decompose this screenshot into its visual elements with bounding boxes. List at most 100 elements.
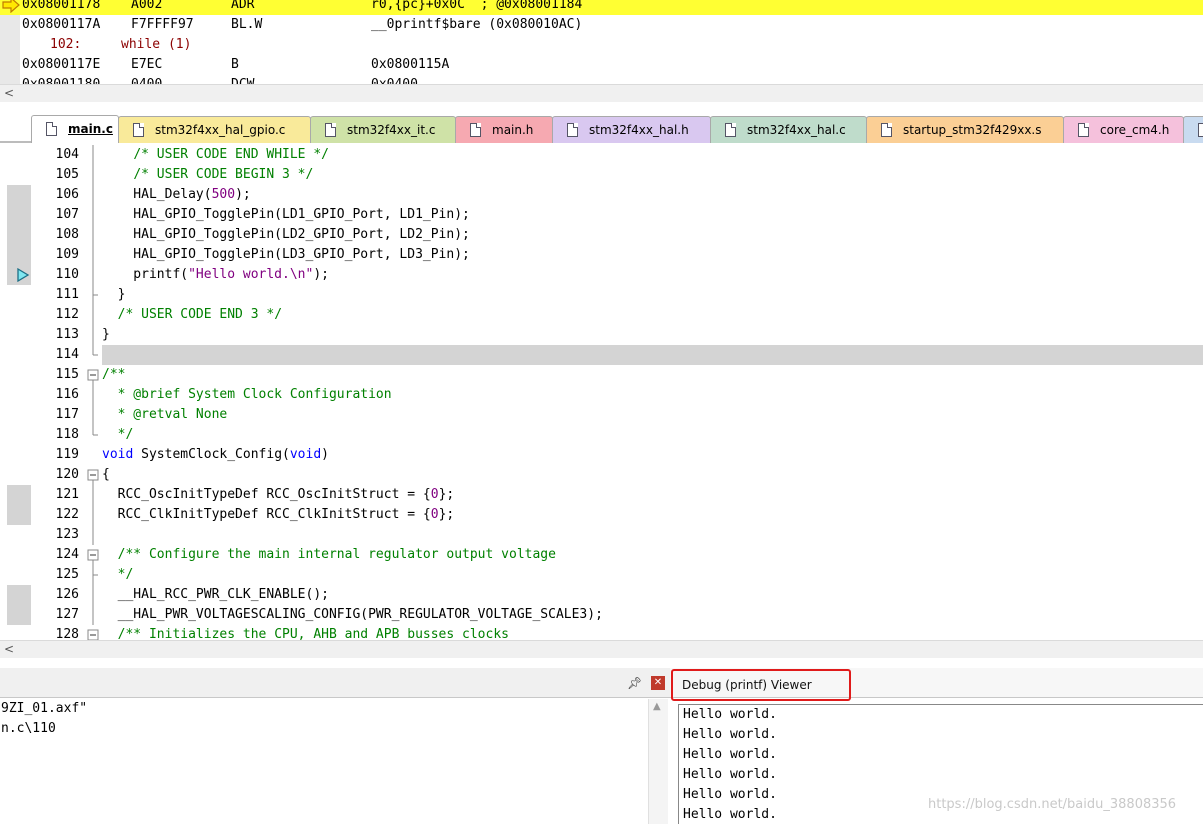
code-line[interactable]: 111 } <box>0 285 1203 305</box>
breakpoint-gutter[interactable] <box>7 605 31 625</box>
breakpoint-gutter[interactable] <box>7 565 31 585</box>
fold-marker[interactable] <box>86 465 100 485</box>
code-line[interactable]: 107 HAL_GPIO_TogglePin(LD1_GPIO_Port, LD… <box>0 205 1203 225</box>
breakpoint-gutter[interactable] <box>7 165 31 185</box>
fold-marker[interactable] <box>86 365 100 385</box>
tab-debug-printf-viewer[interactable]: Debug (printf) Viewer <box>671 669 851 701</box>
tab-label: stm32f4xx_hal.c <box>747 123 846 137</box>
code-line[interactable]: 127 __HAL_PWR_VOLTAGESCALING_CONFIG(PWR_… <box>0 605 1203 625</box>
code-line[interactable]: 124 /** Configure the main internal regu… <box>0 545 1203 565</box>
code-line[interactable]: 105 /* USER CODE BEGIN 3 */ <box>0 165 1203 185</box>
tab-stm32f4xx-hal-c[interactable]: stm32f4xx_hal.c <box>710 116 867 143</box>
code-line[interactable]: 113} <box>0 325 1203 345</box>
breakpoint-gutter[interactable] <box>7 545 31 565</box>
code-line[interactable]: 108 HAL_GPIO_TogglePin(LD2_GPIO_Port, LD… <box>0 225 1203 245</box>
chevron-left-icon[interactable]: < <box>4 86 14 100</box>
code-line[interactable]: 123 <box>0 525 1203 545</box>
line-number: 123 <box>55 527 79 542</box>
tab-stm32f4xx-it-c[interactable]: stm32f4xx_it.c <box>310 116 456 143</box>
tab-core-cm4-h[interactable]: core_cm4.h <box>1063 116 1184 143</box>
disassembly-pane[interactable]: 0x08001178 A002 ADR r0,{pc}+0x0C ; @0x08001… <box>0 0 1203 84</box>
command-vscrollbar[interactable]: ▲ <box>648 699 668 824</box>
breakpoint-gutter[interactable] <box>7 225 31 245</box>
line-number: 119 <box>55 447 79 462</box>
code-line[interactable]: 110 printf("Hello world.\n"); <box>0 265 1203 285</box>
breakpoint-gutter[interactable] <box>7 465 31 485</box>
code-line[interactable]: 126 __HAL_RCC_PWR_CLK_ENABLE(); <box>0 585 1203 605</box>
breakpoint-gutter[interactable] <box>7 325 31 345</box>
code-line[interactable]: 128 /** Initializes the CPU, AHB and APB… <box>0 625 1203 640</box>
code-line[interactable]: 114 <box>0 345 1203 365</box>
code-text: */ <box>117 567 134 582</box>
code-line[interactable]: 118 */ <box>0 425 1203 445</box>
code-text: printf("Hello world.\n"); <box>102 267 329 282</box>
breakpoint-gutter[interactable] <box>7 145 31 165</box>
code-line[interactable]: 115 /** <box>0 365 1203 385</box>
tab-overflow[interactable] <box>1183 116 1203 143</box>
disasm-line[interactable]: 0x08001178 A002 ADR r0,{pc}+0x0C ; @0x08001… <box>0 0 1203 15</box>
breakpoint-gutter[interactable] <box>7 385 31 405</box>
code-line[interactable]: 121 RCC_OscInitTypeDef RCC_OscInitStruct… <box>0 485 1203 505</box>
breakpoint-gutter[interactable] <box>7 425 31 445</box>
breakpoint-gutter[interactable] <box>7 185 31 205</box>
code-line[interactable]: 112 /* USER CODE END 3 */ <box>0 305 1203 325</box>
breakpoint-gutter[interactable] <box>7 265 31 285</box>
fold-marker[interactable] <box>86 625 100 640</box>
command-output[interactable]: 9ZI_01.axf" n.c\110 <box>0 699 650 824</box>
breakpoint-gutter[interactable] <box>7 445 31 465</box>
breakpoint-gutter[interactable] <box>7 245 31 265</box>
breakpoint-gutter[interactable] <box>7 485 31 505</box>
chevron-up-icon[interactable]: ▲ <box>653 701 661 712</box>
editor-hscrollbar[interactable]: < <box>0 640 1203 658</box>
command-output-line: n.c\110 <box>1 721 56 736</box>
code-line[interactable]: 119 void SystemClock_Config(void) <box>0 445 1203 465</box>
fold-marker <box>86 565 100 585</box>
fold-marker <box>86 285 100 305</box>
code-line[interactable]: 120 { <box>0 465 1203 485</box>
breakpoint-gutter[interactable] <box>7 365 31 385</box>
code-line[interactable]: 117 * @retval None <box>0 405 1203 425</box>
code-line[interactable]: 104 /* USER CODE END WHILE */ <box>0 145 1203 165</box>
breakpoint-gutter[interactable] <box>7 305 31 325</box>
document-icon <box>881 123 892 137</box>
fold-marker <box>86 225 100 245</box>
close-icon[interactable]: ✕ <box>651 676 665 690</box>
disassembly-hscrollbar[interactable]: < <box>0 84 1203 102</box>
tab-stm32f4xx-hal-gpio-c[interactable]: stm32f4xx_hal_gpio.c <box>118 116 311 143</box>
breakpoint-gutter[interactable] <box>7 585 31 605</box>
disasm-operands: r0,{pc}+0x0C ; @0x08001184 <box>371 0 583 12</box>
code-line[interactable]: 106 HAL_Delay(500); <box>0 185 1203 205</box>
breakpoint-gutter[interactable] <box>7 505 31 525</box>
code-text: /* USER CODE END WHILE */ <box>133 147 329 162</box>
code-line[interactable]: 116 * @brief System Clock Configuration <box>0 385 1203 405</box>
disasm-source-line[interactable]: 102: while (1) <box>0 35 1203 55</box>
code-line[interactable]: 109 HAL_GPIO_TogglePin(LD3_GPIO_Port, LD… <box>0 245 1203 265</box>
fold-marker <box>86 425 100 445</box>
document-icon <box>133 123 144 137</box>
chevron-left-icon[interactable]: < <box>4 642 14 656</box>
fold-marker[interactable] <box>86 545 100 565</box>
code-line[interactable]: 122 RCC_ClkInitTypeDef RCC_ClkInitStruct… <box>0 505 1203 525</box>
line-number: 114 <box>55 347 79 362</box>
disasm-line[interactable]: 0x0800117A F7FFFF97 BL.W __0printf$bare (0x… <box>0 15 1203 35</box>
disasm-operands: 0x0400 <box>371 75 418 84</box>
breakpoint-gutter[interactable] <box>7 205 31 225</box>
line-number: 116 <box>55 387 79 402</box>
breakpoint-gutter[interactable] <box>7 525 31 545</box>
breakpoint-gutter[interactable] <box>7 405 31 425</box>
breakpoint-gutter[interactable] <box>7 345 31 365</box>
tab-main-c[interactable]: main.c <box>31 115 119 143</box>
tab-startup-stm32f429xx-s[interactable]: startup_stm32f429xx.s <box>866 116 1064 143</box>
breakpoint-gutter[interactable] <box>7 285 31 305</box>
tab-stm32f4xx-hal-h[interactable]: stm32f4xx_hal.h <box>552 116 711 143</box>
breakpoint-gutter[interactable] <box>7 625 31 640</box>
disasm-line[interactable]: 0x0800117E E7EC B 0x0800115A <box>0 55 1203 75</box>
tab-main-h[interactable]: main.h <box>455 116 553 143</box>
code-text: __HAL_RCC_PWR_CLK_ENABLE(); <box>102 587 329 602</box>
pin-icon[interactable]: 📌︎ <box>627 676 642 690</box>
line-number: 113 <box>55 327 79 342</box>
disasm-line[interactable]: 0x08001180 0400 DCW 0x0400 <box>0 75 1203 84</box>
code-editor[interactable]: 104 /* USER CODE END WHILE */105 /* USER… <box>0 145 1203 640</box>
tab-label: main.c <box>68 122 113 136</box>
code-line[interactable]: 125 */ <box>0 565 1203 585</box>
